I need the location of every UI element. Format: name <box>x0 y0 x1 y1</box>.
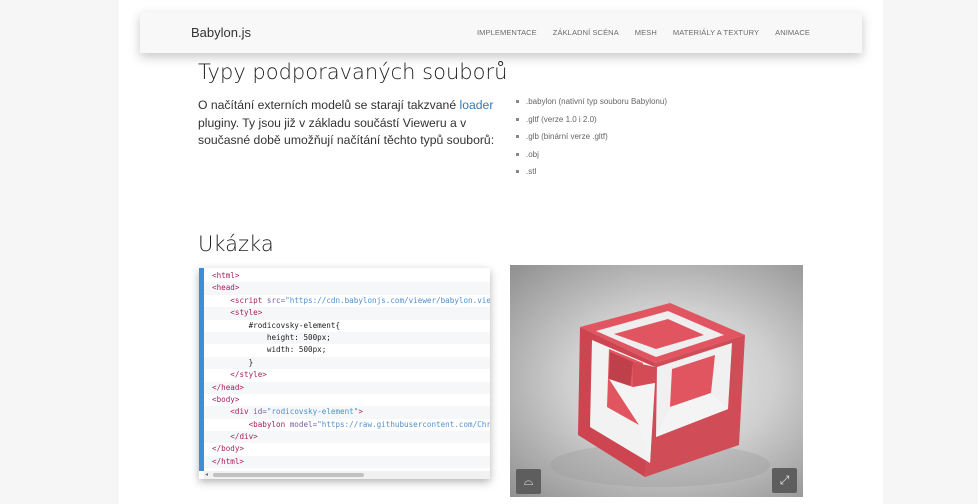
code-line: <style> <box>204 307 490 320</box>
code-line: <html> <box>212 271 240 280</box>
nav-link-implementace[interactable]: IMPLEMENTACE <box>477 28 537 37</box>
format-item-glb: .glb (binární verze .gltf) <box>516 130 667 148</box>
top-navbar: Babylon.js IMPLEMENTACE ZÁKLADNÍ SCÉNA M… <box>140 12 862 53</box>
code-line: <babylon model="https://raw.githubuserco… <box>248 419 490 429</box>
scroll-left-arrow-icon[interactable]: ◂ <box>205 472 208 478</box>
code-lines: <html> <head> <script src="https://cdn.b… <box>204 270 490 469</box>
code-line: } <box>204 356 490 370</box>
code-line: </html> <box>204 455 490 469</box>
cube-model-render <box>550 303 770 487</box>
code-sample[interactable]: <html> <head> <script src="https://cdn.b… <box>199 268 490 479</box>
intro-text-before: O načítání externích modelů se starají t… <box>198 98 460 112</box>
code-line: <body> <box>212 394 240 404</box>
fullscreen-glyph: ⤢ <box>779 473 790 487</box>
vr-glyph: ⌓ <box>523 474 534 488</box>
code-line: <head> <box>204 282 490 295</box>
code-line: </head> <box>204 381 490 394</box>
brand-logo[interactable]: Babylon.js <box>191 25 251 40</box>
intro-paragraph: O načítání externích modelů se starají t… <box>198 97 498 150</box>
nav-link-materialy[interactable]: MATERIÁLY A TEXTURY <box>673 28 759 37</box>
fullscreen-icon[interactable]: ⤢ <box>772 468 797 493</box>
nav-link-animace[interactable]: ANIMACE <box>775 28 810 37</box>
code-horizontal-scrollbar[interactable]: ◂ <box>204 471 490 479</box>
code-line: </div> <box>204 431 490 444</box>
code-line: height: 500px; <box>204 331 490 345</box>
code-line: width: 500px; <box>266 345 327 355</box>
scrollbar-thumb[interactable] <box>213 473 364 477</box>
intro-text-after: pluginy. Ty jsou již v základu součástí … <box>198 115 495 148</box>
babylon-3d-viewer[interactable]: ⌓ ⤢ <box>510 265 803 497</box>
format-item-obj: .obj <box>516 148 667 166</box>
types-heading: Typy podporavaných souborů <box>198 60 508 84</box>
format-item-stl: .stl <box>516 165 667 183</box>
code-line: <script src="https://cdn.babylonjs.com/v… <box>230 295 490 305</box>
code-line: </body> <box>212 444 245 454</box>
vr-goggles-icon[interactable]: ⌓ <box>516 469 541 494</box>
supported-formats-list: .babylon (nativní typ souboru Babylonu) … <box>516 95 667 183</box>
code-line: <div id="rodicovsky-element"> <box>204 406 490 419</box>
loader-link[interactable]: loader <box>460 98 494 112</box>
format-item-gltf: .gltf (verze 1.0 i 2.0) <box>516 113 667 131</box>
code-line: #rodicovsky-element{ <box>248 320 341 330</box>
nav-link-mesh[interactable]: MESH <box>635 28 657 37</box>
nav-links: IMPLEMENTACE ZÁKLADNÍ SCÉNA MESH MATERIÁ… <box>477 28 810 37</box>
sample-heading: Ukázka <box>198 232 274 256</box>
format-item-babylon: .babylon (nativní typ souboru Babylonu) <box>516 95 667 113</box>
code-line: </style> <box>230 370 267 380</box>
nav-link-zakladni-scena[interactable]: ZÁKLADNÍ SCÉNA <box>553 28 619 37</box>
